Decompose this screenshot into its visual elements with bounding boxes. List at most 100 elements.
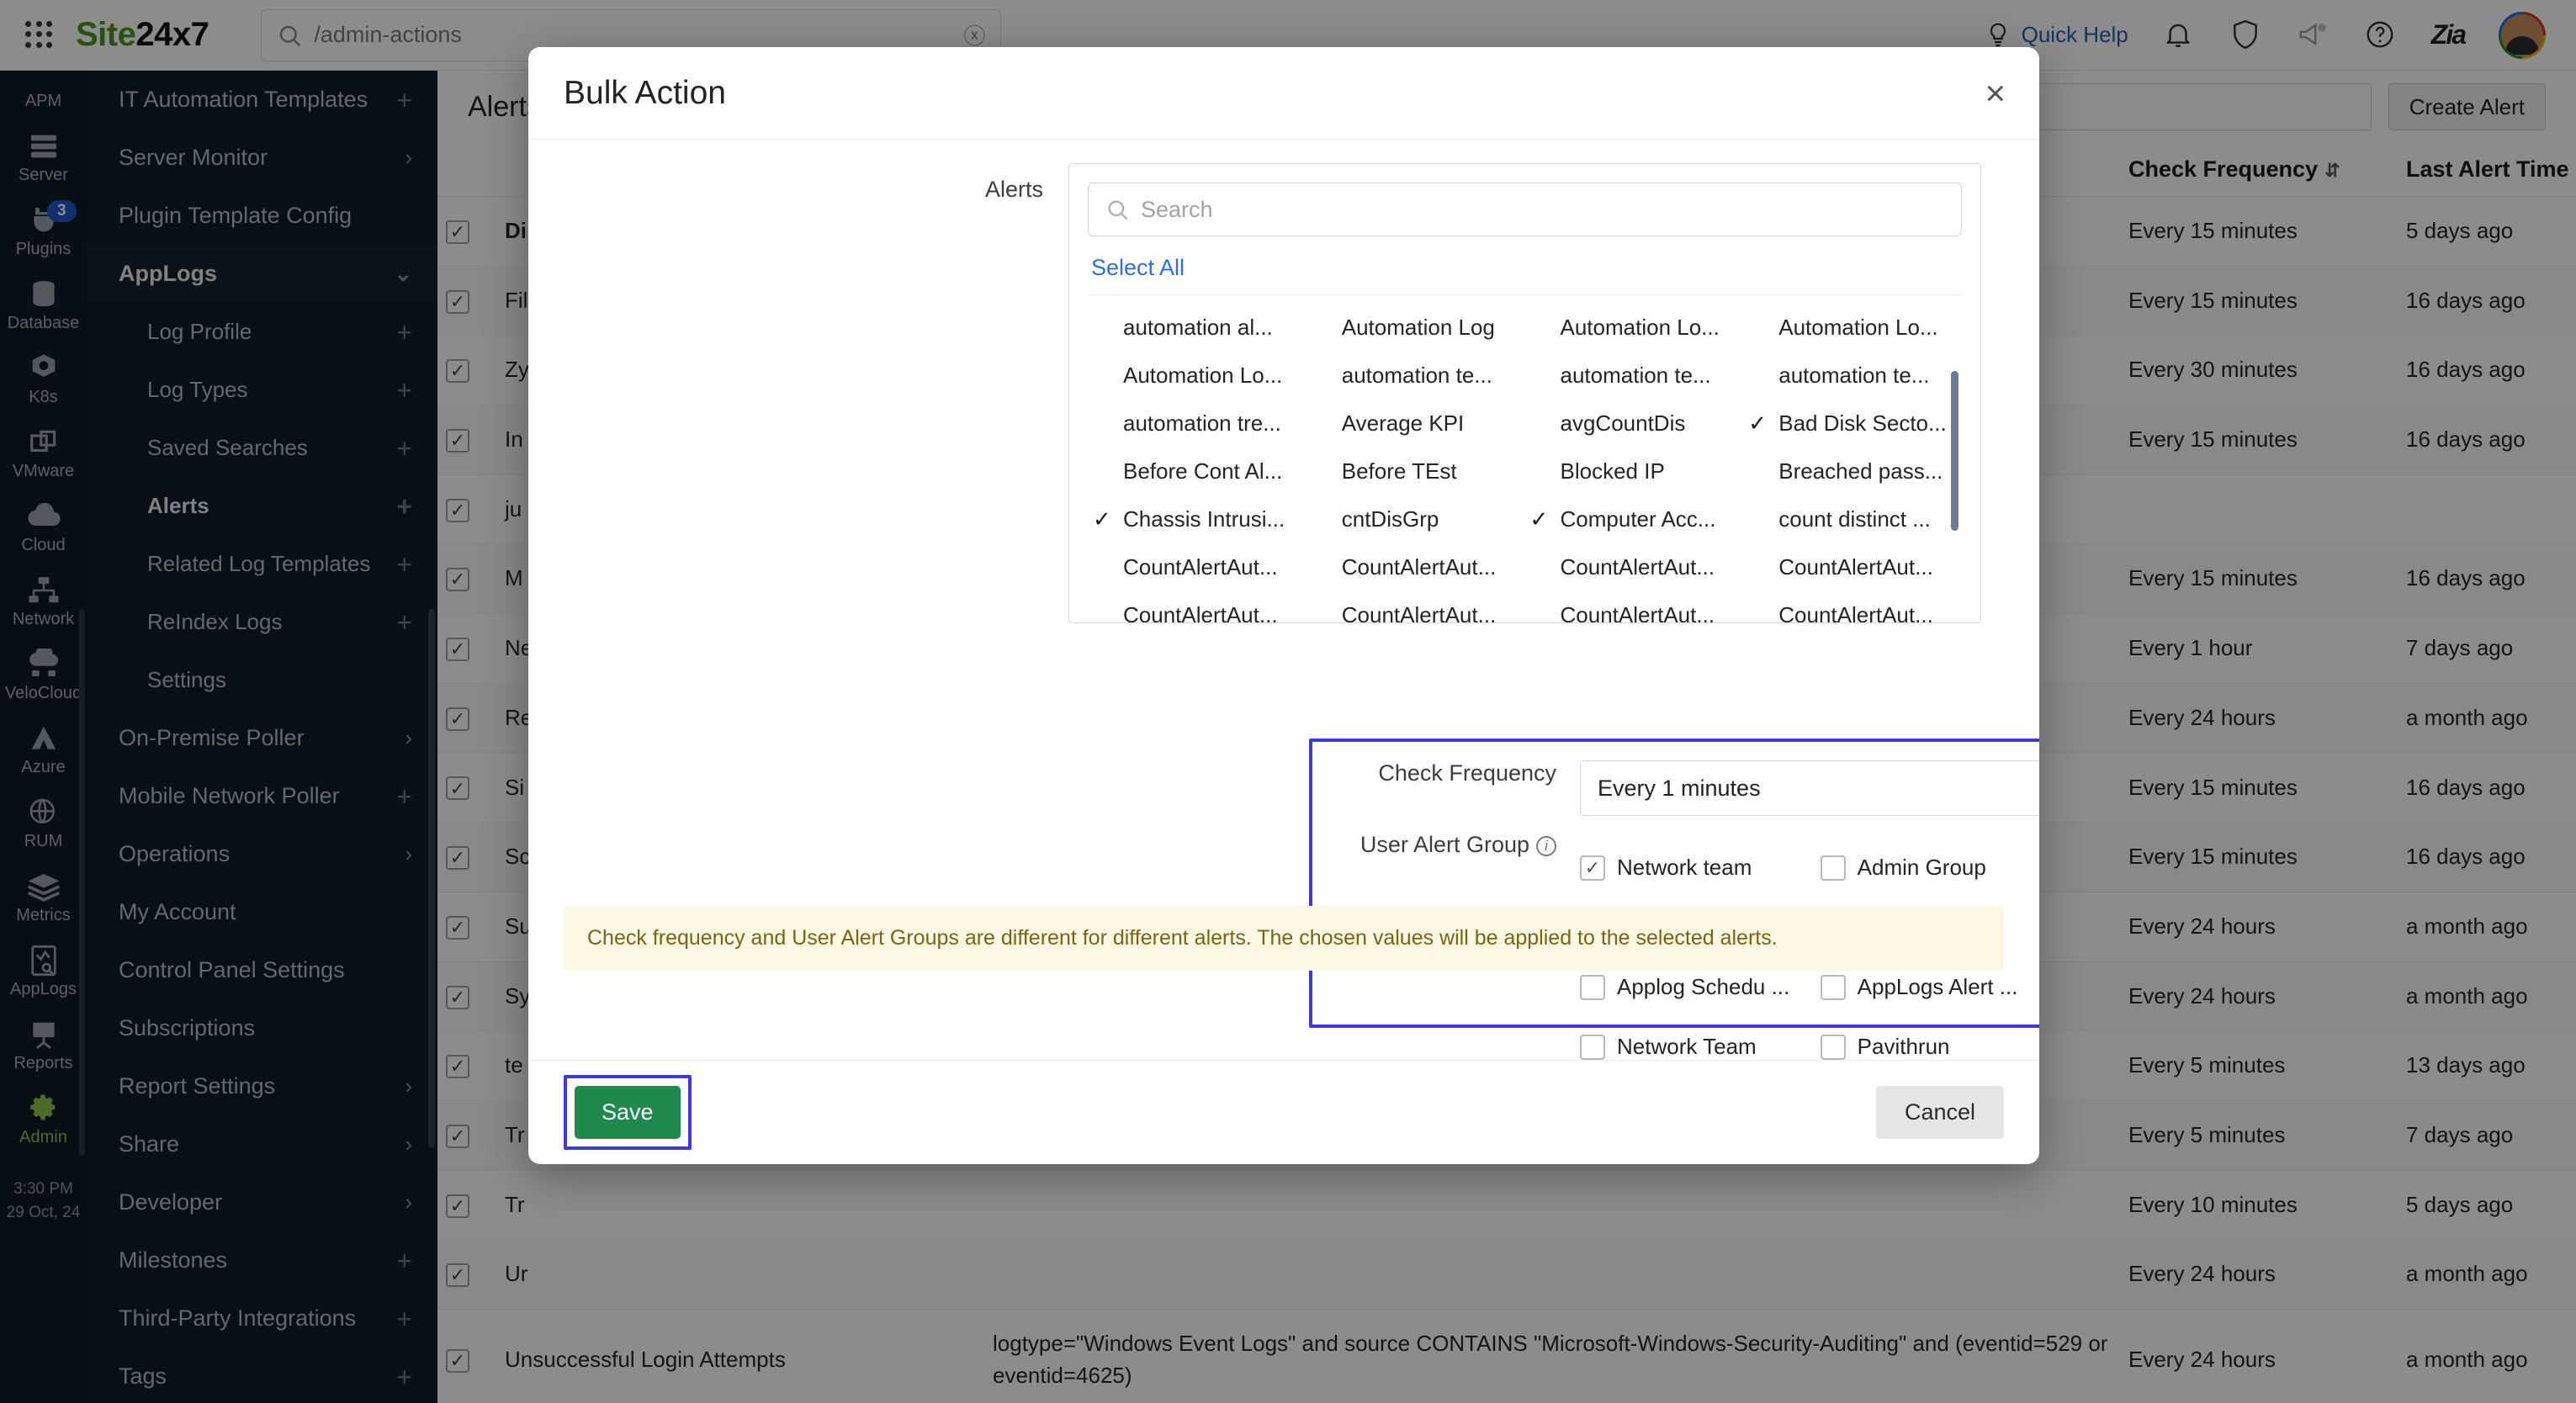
check-icon: ✓ — [1530, 410, 1552, 437]
alert-option[interactable]: ✓ automation te... — [1307, 352, 1525, 400]
alert-option[interactable]: ✓ CountAlertAut... — [1743, 543, 1962, 591]
user-alert-group-label: User Alert Group i — [1312, 832, 1556, 858]
check-icon: ✓ — [1093, 458, 1115, 484]
alert-option-label: Breached pass... — [1778, 458, 1943, 484]
alert-option[interactable]: ✓ CountAlertAut... — [1088, 543, 1307, 591]
save-button[interactable]: Save — [575, 1086, 681, 1139]
alert-option[interactable]: ✓ Automation Log — [1307, 304, 1525, 352]
alert-option[interactable]: ✓ Before Cont Al... — [1088, 447, 1307, 495]
alert-option-label: CountAlertAut... — [1123, 554, 1278, 580]
alert-option-label: CountAlertAut... — [1560, 554, 1715, 580]
alerts-options-list[interactable]: ✓ automation al... ✓ Automation Log ✓ Autom… — [1088, 294, 1962, 622]
uag-label: Admin Group — [1857, 855, 1986, 880]
check-icon: ✓ — [1748, 315, 1770, 341]
check-icon: ✓ — [1093, 602, 1115, 622]
search-icon — [1105, 198, 1129, 221]
save-button-focus-ring: Save — [564, 1075, 692, 1150]
alert-option[interactable]: ✓ Breached pass... — [1743, 447, 1962, 495]
dialog-body: Alerts Search Select All ✓automatio — [528, 140, 2039, 1060]
check-icon: ✓ — [1312, 363, 1333, 389]
check-frequency-label: Check Frequency — [1378, 760, 1556, 786]
uag-label: Pavithrun — [1857, 1034, 1950, 1059]
check-icon: ✓ — [1093, 506, 1111, 532]
check-icon: ✓ — [1312, 410, 1333, 437]
alert-option-label: automation tre... — [1123, 410, 1281, 436]
checkbox-checked[interactable]: ✓ — [1580, 855, 1605, 881]
alert-option[interactable]: ✓ cntDisGrp — [1307, 495, 1525, 543]
alert-option-selected[interactable]: ✓ Computer Acc... — [1525, 495, 1744, 543]
user-alert-group-option[interactable]: ✓ Network team — [1580, 838, 1821, 897]
alert-option-label: Automation Lo... — [1123, 363, 1283, 388]
alert-option-label: Bad Disk Secto... — [1778, 410, 1947, 436]
app-root: Site24x7 /admin-actions ⓧ Quick Help Zia… — [0, 0, 2576, 1403]
cancel-button[interactable]: Cancel — [1875, 1086, 2004, 1139]
uag-label: Network team — [1617, 855, 1752, 880]
checkbox[interactable] — [1820, 855, 1846, 881]
alert-option[interactable]: ✓ automation tre... — [1088, 400, 1307, 447]
alert-option[interactable]: ✓ CountAlertAut... — [1743, 591, 1962, 622]
alert-option-label: automation te... — [1560, 363, 1711, 388]
alert-option-label: Blocked IP — [1560, 458, 1665, 484]
check-icon: ✓ — [1312, 554, 1333, 580]
alert-option-selected[interactable]: ✓ Bad Disk Secto... — [1743, 400, 1962, 447]
alert-option[interactable]: ✓ avgCountDis — [1525, 400, 1744, 447]
alert-option-label: cntDisGrp — [1341, 506, 1439, 532]
alert-option-label: Automation Lo... — [1560, 315, 1720, 340]
alert-option[interactable]: ✓ Before TEst — [1307, 447, 1525, 495]
alert-option[interactable]: ✓ automation te... — [1525, 352, 1744, 400]
alerts-multiselect: Search Select All ✓ automation al... ✓ Aut… — [1068, 163, 1981, 623]
user-alert-group-option[interactable]: Admin Group — [1820, 838, 2039, 897]
close-icon[interactable]: × — [1985, 75, 2006, 111]
check-icon: ✓ — [1530, 315, 1552, 341]
check-icon: ✓ — [1748, 506, 1770, 532]
checkbox[interactable] — [1580, 974, 1605, 1000]
info-icon[interactable]: i — [1536, 836, 1556, 856]
alert-option-label: automation te... — [1341, 363, 1492, 388]
alert-option-label: automation te... — [1778, 363, 1930, 388]
alert-option[interactable]: ✓ CountAlertAut... — [1307, 591, 1525, 622]
alert-option[interactable]: ✓ Automation Lo... — [1743, 304, 1962, 352]
alerts-search-input[interactable]: Search — [1088, 183, 1962, 236]
select-all-link[interactable]: Select All — [1088, 236, 1188, 294]
alert-option-label: Automation Lo... — [1778, 315, 1938, 340]
alert-option-label: Computer Acc... — [1560, 506, 1716, 532]
checkbox[interactable] — [1580, 1034, 1605, 1060]
check-icon: ✓ — [1748, 363, 1770, 389]
alert-option-label: CountAlertAut... — [1778, 602, 1933, 622]
dialog-title: Bulk Action — [564, 74, 726, 111]
check-frequency-select[interactable]: Every 1 minutes ▼ — [1580, 760, 2039, 816]
check-icon: ✓ — [1312, 602, 1333, 622]
alert-option-label: CountAlertAut... — [1560, 602, 1715, 622]
info-note: Check frequency and User Alert Groups ar… — [564, 906, 2004, 971]
check-icon: ✓ — [1530, 458, 1552, 484]
alert-option[interactable]: ✓ Blocked IP — [1525, 447, 1744, 495]
bulk-action-dialog: Bulk Action × Alerts Search Select All a… — [528, 47, 2039, 1164]
alert-option-label: Average KPI — [1341, 410, 1465, 436]
alert-option[interactable]: ✓ automation te... — [1743, 352, 1962, 400]
alert-option[interactable]: ✓ CountAlertAut... — [1525, 543, 1744, 591]
check-icon: ✓ — [1312, 506, 1333, 532]
alert-option[interactable]: ✓ CountAlertAut... — [1525, 591, 1744, 622]
alert-option[interactable]: ✓ count distinct ... — [1743, 495, 1962, 543]
check-icon: ✓ — [1748, 458, 1770, 484]
alerts-list-scrollbar[interactable] — [1951, 371, 1959, 531]
alert-option[interactable]: ✓ CountAlertAut... — [1307, 543, 1525, 591]
check-icon: ✓ — [1312, 315, 1333, 341]
check-icon: ✓ — [1748, 410, 1768, 436]
alert-option[interactable]: ✓ Average KPI — [1307, 400, 1525, 447]
alerts-field-row: Alerts Search Select All ✓automatio — [564, 163, 2004, 623]
alert-option-label: Automation Log — [1341, 315, 1495, 340]
alert-option[interactable]: ✓ Automation Lo... — [1525, 304, 1744, 352]
alert-option-label: CountAlertAut... — [1341, 602, 1497, 622]
alert-option[interactable]: ✓ Automation Lo... — [1088, 352, 1307, 400]
alert-option-selected[interactable]: ✓ Chassis Intrusi... — [1088, 495, 1307, 543]
checkbox[interactable] — [1820, 974, 1846, 1000]
check-icon: ✓ — [1093, 363, 1115, 389]
alert-option[interactable]: ✓ CountAlertAut... — [1088, 591, 1307, 622]
alert-option-label: CountAlertAut... — [1123, 602, 1278, 622]
alert-option-label: Chassis Intrusi... — [1123, 506, 1285, 532]
checkbox[interactable] — [1820, 1034, 1846, 1060]
check-icon: ✓ — [1748, 554, 1770, 580]
alert-option[interactable]: ✓ automation al... — [1088, 304, 1307, 352]
check-frequency-value: Every 1 minutes — [1598, 775, 1761, 801]
